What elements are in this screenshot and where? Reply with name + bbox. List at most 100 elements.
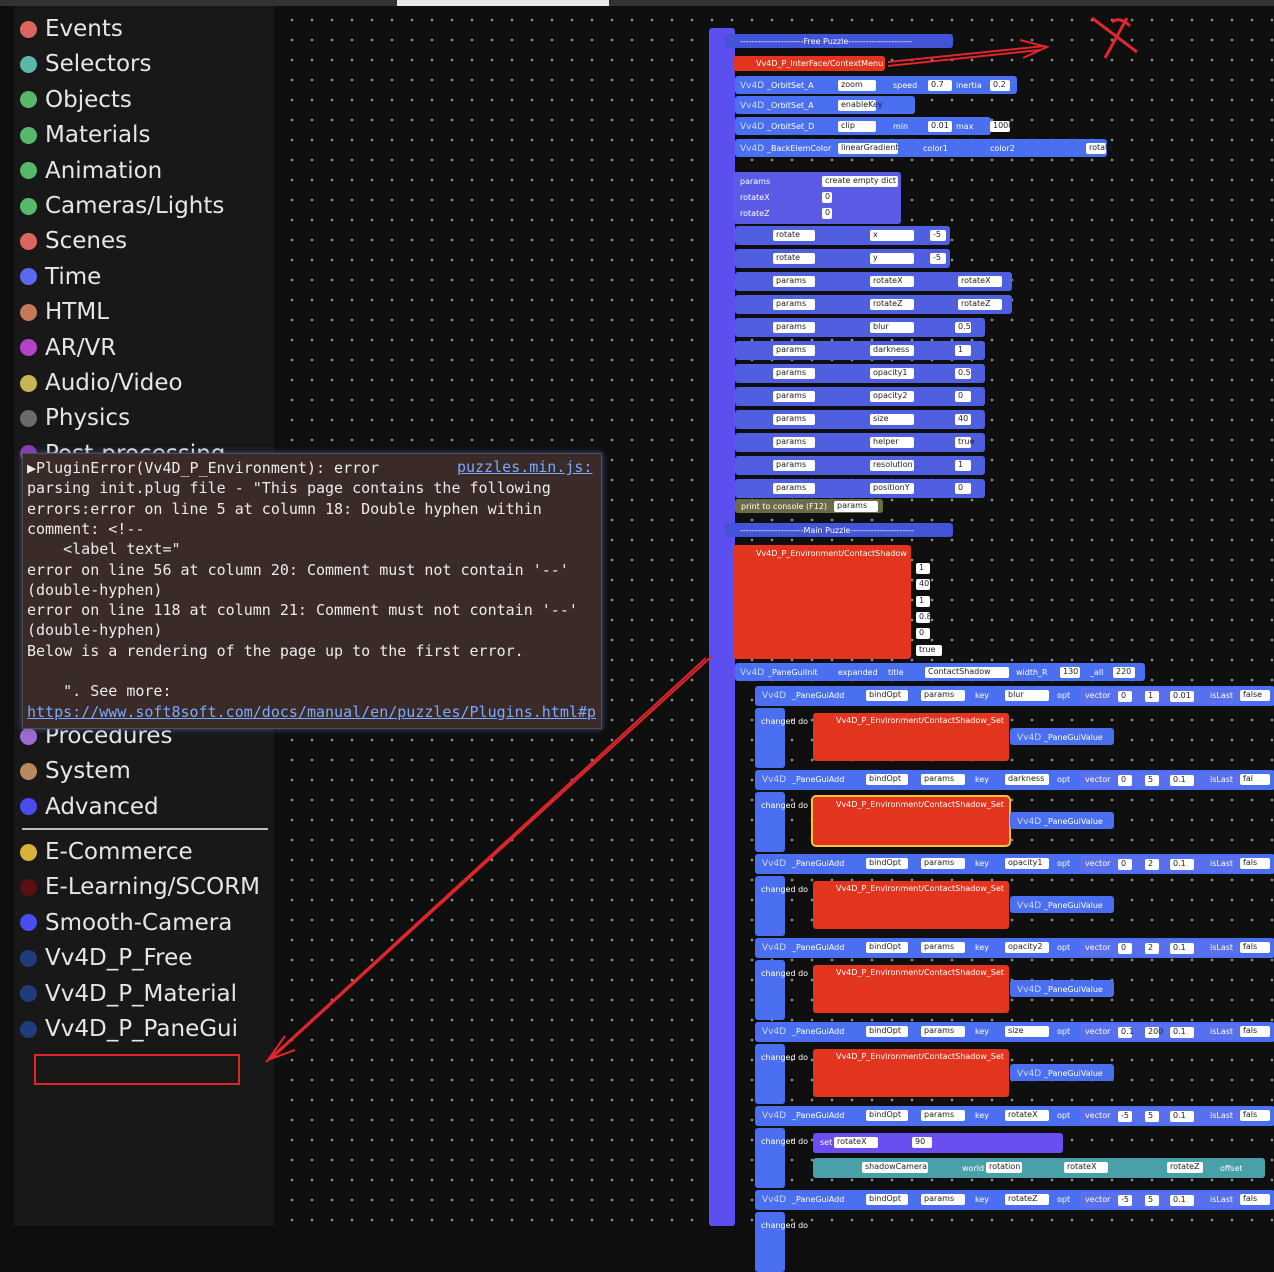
shadow-camera-field[interactable]: shadowCamera <box>862 1162 928 1173</box>
set-value[interactable]: 0 <box>822 192 832 203</box>
dict-name-field[interactable]: params <box>773 437 815 448</box>
key-value-field[interactable]: size <box>1005 1026 1049 1037</box>
dict-value-field[interactable]: rotateZ <box>958 299 1002 310</box>
variable-field[interactable]: params <box>921 1194 965 1205</box>
print-value-field[interactable]: params <box>834 501 878 512</box>
key-value-field[interactable]: blur <box>1005 690 1049 701</box>
vector-z-field[interactable]: 0.1 <box>1170 1195 1194 1206</box>
environment-value-field[interactable]: 1 <box>916 595 930 607</box>
set-value[interactable]: 0 <box>822 208 832 219</box>
category-selectors[interactable]: Selectors <box>20 49 151 79</box>
dict-value-field[interactable]: 0.5 <box>955 368 971 379</box>
dict-key-field[interactable]: size <box>870 414 914 425</box>
bind-option-field[interactable]: bindOpt <box>866 690 908 701</box>
bind-option-field[interactable]: bindOpt <box>866 942 908 953</box>
islast-field[interactable]: fals <box>1240 942 1270 953</box>
dict-key-field[interactable]: x <box>870 230 914 241</box>
environment-value-field[interactable]: 0 <box>916 628 930 640</box>
environment-value-field[interactable]: 1 <box>916 563 930 574</box>
vector-z-field[interactable]: 0.1 <box>1170 1111 1194 1122</box>
category-plugin-e-learning-scorm[interactable]: E-Learning/SCORM <box>20 872 260 902</box>
width-value-field[interactable]: 130 <box>1060 667 1080 678</box>
value-field[interactable]: 0.01 <box>928 121 952 132</box>
category-advanced[interactable]: Advanced <box>20 792 159 822</box>
variable-field[interactable]: params <box>921 690 965 701</box>
vector-x-field[interactable]: -5 <box>1118 1111 1132 1122</box>
all-value-field[interactable]: 220 <box>1113 667 1135 678</box>
dict-value-field[interactable]: 40 <box>955 414 971 425</box>
block-dict-set[interactable] <box>735 226 950 245</box>
category-animation[interactable]: Animation <box>20 156 162 186</box>
islast-field[interactable]: fals <box>1240 1026 1270 1037</box>
option-dropdown[interactable]: enableKey <box>838 100 883 111</box>
islast-field[interactable]: fal <box>1240 774 1270 785</box>
category-html[interactable]: HTML <box>20 297 109 327</box>
islast-field[interactable]: fals <box>1240 1110 1270 1121</box>
islast-field[interactable]: fals <box>1240 858 1270 869</box>
dict-key-field[interactable]: opacity2 <box>870 391 914 402</box>
dict-value-field[interactable]: rotateX <box>958 276 1002 287</box>
category-plugin-vv4d-p-panegui[interactable]: Vv4D_P_PaneGui <box>20 1014 238 1044</box>
variable-field[interactable]: params <box>921 1026 965 1037</box>
option-dropdown[interactable]: linearGradient <box>838 143 898 154</box>
bind-option-field[interactable]: bindOpt <box>866 1026 908 1037</box>
bind-option-field[interactable]: bindOpt <box>866 1194 908 1205</box>
dict-value-field[interactable]: 0 <box>955 391 971 402</box>
dict-key-field[interactable]: helper <box>870 437 914 448</box>
vector-z-field[interactable]: 0.1 <box>1170 943 1194 954</box>
vector-z-field[interactable]: 0.1 <box>1170 859 1194 870</box>
dict-name-field[interactable]: params <box>773 368 815 379</box>
dict-key-field[interactable]: darkness <box>870 345 914 356</box>
dict-key-field[interactable]: blur <box>870 322 914 333</box>
dict-value-field[interactable]: 0.5 <box>955 322 971 333</box>
category-plugin-smooth-camera[interactable]: Smooth-Camera <box>20 908 232 938</box>
value-field[interactable]: 1000 <box>990 121 1013 132</box>
dict-key-field[interactable]: resolution <box>870 460 914 471</box>
dict-value-field[interactable]: 1 <box>955 460 971 471</box>
vector-z-field[interactable]: 0.1 <box>1170 775 1194 786</box>
vector-z-field[interactable]: 0.01 <box>1170 691 1194 702</box>
key-value-field[interactable]: opacity2 <box>1005 942 1049 953</box>
category-audio-video[interactable]: Audio/Video <box>20 368 183 398</box>
variable-field[interactable]: params <box>921 1110 965 1121</box>
environment-value-field[interactable]: true <box>916 644 942 656</box>
category-materials[interactable]: Materials <box>20 120 150 150</box>
vector-y-field[interactable]: 5 <box>1145 1195 1159 1206</box>
dict-name-field[interactable]: params <box>773 322 815 333</box>
title-value-field[interactable]: ContactShadow <box>925 667 1009 678</box>
dict-name-field[interactable]: params <box>773 483 815 494</box>
value-field[interactable]: 0.2 <box>990 80 1010 91</box>
dict-value-field[interactable]: -5 <box>930 253 946 264</box>
vector-y-field[interactable]: 1 <box>1145 691 1159 702</box>
rotation-field[interactable]: rotation <box>986 1162 1022 1173</box>
dict-key-field[interactable]: rotateZ <box>870 299 914 310</box>
dict-name-field[interactable]: rotate <box>773 253 815 264</box>
category-plugin-vv4d-p-material[interactable]: Vv4D_P_Material <box>20 979 237 1009</box>
bind-option-field[interactable]: bindOpt <box>866 858 908 869</box>
option-dropdown[interactable]: zoom <box>838 80 876 91</box>
dict-key-field[interactable]: rotateX <box>870 276 914 287</box>
block-dict-set[interactable] <box>735 249 950 268</box>
dict-name-field[interactable]: params <box>773 391 815 402</box>
rotate-x-field[interactable]: rotateX <box>1064 1162 1108 1173</box>
category-cameras-lights[interactable]: Cameras/Lights <box>20 191 224 221</box>
vector-x-field[interactable]: 0 <box>1118 859 1132 870</box>
bind-option-field[interactable]: bindOpt <box>866 774 908 785</box>
dict-value-field[interactable]: true <box>955 437 974 448</box>
dict-name-field[interactable]: params <box>773 276 815 287</box>
category-plugin-e-commerce[interactable]: E-Commerce <box>20 837 193 867</box>
variable-field[interactable]: params <box>921 858 965 869</box>
vector-x-field[interactable]: 0 <box>1118 691 1132 702</box>
rotate-z-field[interactable]: rotateZ <box>1167 1162 1203 1173</box>
dict-key-field[interactable]: opacity1 <box>870 368 914 379</box>
dict-value-field[interactable]: 1 <box>955 345 971 356</box>
environment-value-field[interactable]: 0.8 <box>916 611 932 623</box>
dict-name-field[interactable]: params <box>773 345 815 356</box>
vector-y-field[interactable]: 5 <box>1145 1111 1159 1122</box>
category-time[interactable]: Time <box>20 262 101 292</box>
category-scenes[interactable]: Scenes <box>20 226 127 256</box>
key-value-field[interactable]: opacity1 <box>1005 858 1049 869</box>
key-value-field[interactable]: rotateZ <box>1005 1194 1049 1205</box>
rotate-number-field[interactable]: 90 <box>912 1137 932 1148</box>
bind-option-field[interactable]: bindOpt <box>866 1110 908 1121</box>
